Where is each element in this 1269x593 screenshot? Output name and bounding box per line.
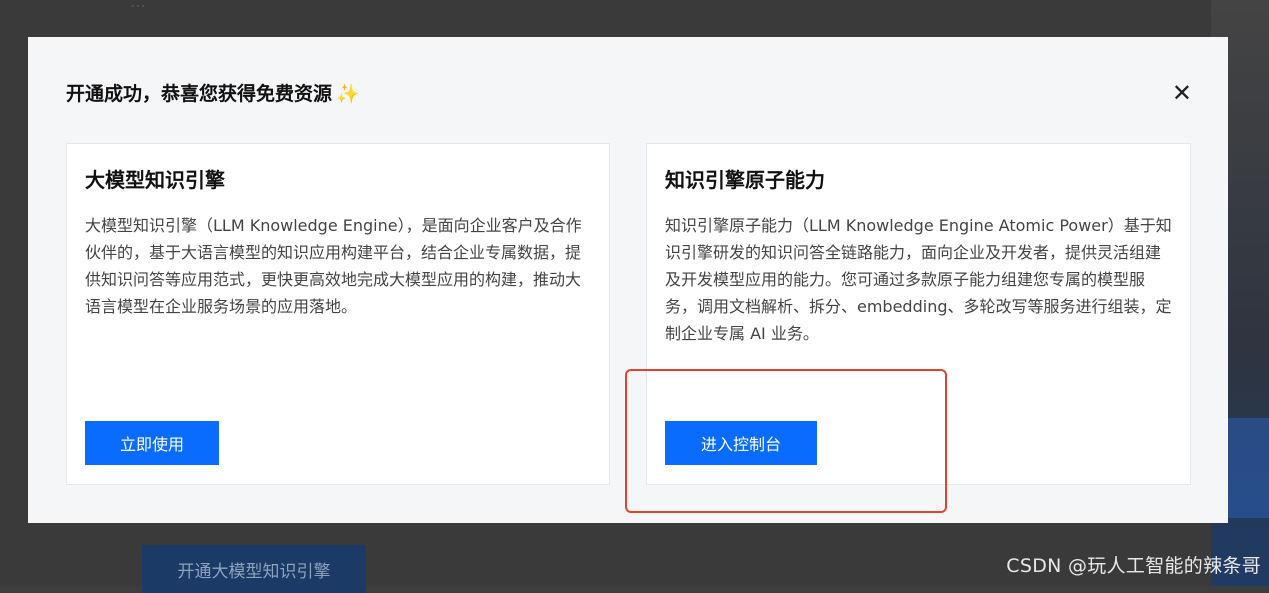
card-llm-knowledge-engine: 大模型知识引擎 大模型知识引擎（LLM Knowledge Engine），是面… xyxy=(66,143,610,485)
background-cube-graphic xyxy=(1227,418,1269,518)
dialog-title-text: 开通成功，恭喜您获得免费资源 xyxy=(66,83,333,105)
background-text: … xyxy=(130,0,146,11)
use-now-button[interactable]: 立即使用 xyxy=(85,421,219,465)
card-description: 知识引擎原子能力（LLM Knowledge Engine Atomic Pow… xyxy=(665,216,1172,343)
card-title: 知识引擎原子能力 xyxy=(665,168,825,192)
dialog-title: 开通成功，恭喜您获得免费资源 ✨ xyxy=(66,79,360,106)
sparkle-icon: ✨ xyxy=(336,83,360,105)
card-title: 大模型知识引擎 xyxy=(85,168,225,192)
csdn-watermark: CSDN @玩人工智能的辣条哥 xyxy=(1006,555,1261,577)
card-description: 大模型知识引擎（LLM Knowledge Engine），是面向企业客户及合作… xyxy=(85,216,582,316)
close-icon[interactable]: ✕ xyxy=(1172,81,1192,105)
annotation-highlight-box xyxy=(625,369,947,513)
